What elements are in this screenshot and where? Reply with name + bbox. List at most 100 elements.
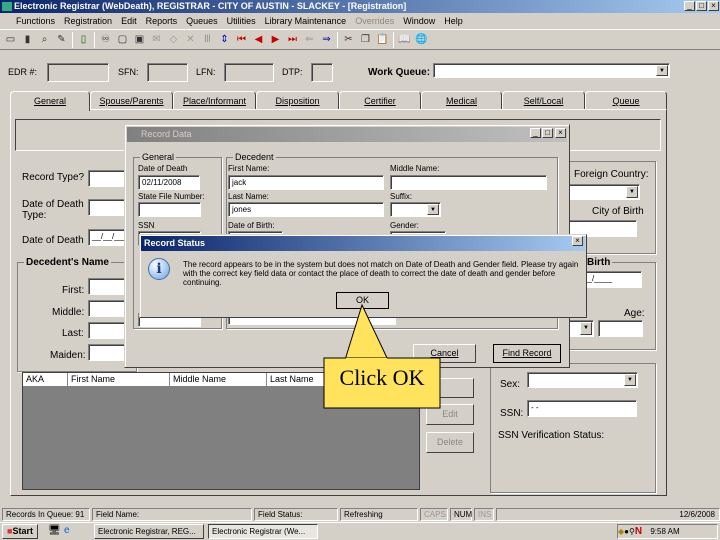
- menu-reports[interactable]: Reports: [146, 13, 178, 29]
- menu-queues[interactable]: Queues: [186, 13, 218, 29]
- desktop-icon[interactable]: 🖥: [48, 525, 61, 536]
- maximize-button[interactable]: □: [696, 1, 707, 11]
- sex-label: Sex:: [500, 379, 521, 390]
- status-refreshing: Refreshing: [340, 508, 418, 521]
- columns-icon[interactable]: Ⅲ: [201, 33, 214, 46]
- internet-explorer-icon[interactable]: e: [64, 525, 70, 536]
- rd-state-file-field[interactable]: [138, 202, 201, 217]
- tab-medical[interactable]: Medical: [421, 91, 502, 110]
- ssn-field[interactable]: - -: [527, 400, 637, 417]
- menu-overrides[interactable]: Overrides: [355, 13, 394, 29]
- dtp-field: [311, 63, 333, 82]
- record-status-close-button[interactable]: ×: [572, 236, 583, 246]
- last-name-field[interactable]: [88, 322, 128, 339]
- menu-help[interactable]: Help: [444, 13, 463, 29]
- taskbar-item-registrar-1[interactable]: Electronic Registrar, REG...: [94, 524, 204, 539]
- work-queue-select[interactable]: ▼: [433, 63, 670, 78]
- record-type-field[interactable]: [88, 170, 128, 187]
- forward-arrow-icon[interactable]: ⇒: [320, 33, 333, 46]
- column-middle-name[interactable]: Middle Name: [170, 373, 267, 386]
- dod-type-field[interactable]: [88, 199, 128, 216]
- rd-find-record-button[interactable]: Find Record: [493, 344, 561, 363]
- next-icon[interactable]: ▶: [269, 33, 282, 46]
- age-label: Age:: [624, 308, 645, 319]
- cut-icon[interactable]: ✂: [342, 33, 355, 46]
- tab-queue[interactable]: Queue: [585, 91, 667, 110]
- column-first-name[interactable]: First Name: [68, 373, 170, 386]
- minimize-button[interactable]: _: [684, 1, 695, 11]
- menu-edit[interactable]: Edit: [121, 13, 137, 29]
- record-data-maximize-button[interactable]: □: [542, 128, 553, 138]
- menu-registration[interactable]: Registration: [64, 13, 112, 29]
- start-button[interactable]: ■Start: [2, 524, 38, 539]
- eraser-icon[interactable]: ◇: [167, 33, 180, 46]
- book-icon[interactable]: ▮: [21, 33, 34, 46]
- toolbar: ▭ ▮ ⌕ ✎ ▯ ♾ ▢ ▣ ✉ ◇ ✕ Ⅲ ⇕ ⏮ ◀ ▶ ⏭ ⇐ ⇒ ✂ …: [0, 29, 720, 50]
- menu-functions[interactable]: Functions: [16, 13, 55, 29]
- new-window-icon[interactable]: ▭: [4, 33, 17, 46]
- close-button[interactable]: ×: [708, 1, 719, 11]
- sex-select[interactable]: ▼: [527, 372, 638, 388]
- help-book-icon[interactable]: 📖: [398, 33, 411, 46]
- chevron-down-icon[interactable]: ▼: [624, 374, 636, 386]
- rd-first-name-field[interactable]: jack: [228, 175, 384, 190]
- rd-last-name-field[interactable]: jones: [228, 202, 384, 217]
- status-field-name: Field Name:: [92, 508, 252, 521]
- tab-general[interactable]: General: [10, 91, 90, 111]
- chevron-down-icon[interactable]: ▼: [656, 65, 668, 76]
- dod-label: Date of Death: [22, 235, 84, 246]
- work-queue-label: Work Queue:: [368, 67, 431, 78]
- rd-middle-name-label: Middle Name:: [390, 164, 440, 173]
- save-icon[interactable]: ▣: [133, 33, 146, 46]
- column-last-name[interactable]: Last Name: [267, 373, 314, 386]
- menu-library-maintenance[interactable]: Library Maintenance: [265, 13, 347, 29]
- edit-icon[interactable]: ✎: [55, 33, 68, 46]
- copy-icon[interactable]: ❐: [359, 33, 372, 46]
- chevron-down-icon[interactable]: ▼: [626, 186, 638, 198]
- delete-button[interactable]: Delete: [426, 432, 474, 453]
- maiden-name-field[interactable]: [88, 344, 128, 361]
- last-icon[interactable]: ⏭: [286, 33, 299, 46]
- globe-icon[interactable]: 🌐: [415, 33, 428, 46]
- dod-field[interactable]: __/__/____: [88, 229, 128, 246]
- record-data-close-button[interactable]: ×: [555, 128, 566, 138]
- dod-type-label: Date of Death Type:: [22, 199, 84, 221]
- tab-place-informant[interactable]: Place/Informant: [173, 91, 256, 110]
- first-icon[interactable]: ⏮: [235, 33, 248, 46]
- dtp-label: DTP:: [282, 67, 303, 77]
- taskbar-item-registrar-2[interactable]: Electronic Registrar (We...: [208, 524, 318, 539]
- first-name-field[interactable]: [88, 278, 128, 295]
- menu-window[interactable]: Window: [403, 13, 435, 29]
- exit-icon[interactable]: ▯: [77, 33, 90, 46]
- foreign-country-select[interactable]: ▼: [568, 184, 640, 200]
- rd-suffix-label: Suffix:: [390, 192, 413, 201]
- delete-icon[interactable]: ✕: [184, 33, 197, 46]
- paste-icon[interactable]: 📋: [376, 33, 389, 46]
- chevron-down-icon[interactable]: ▼: [427, 204, 439, 215]
- tab-spouse-parents[interactable]: Spouse/Parents: [90, 91, 173, 110]
- age-unit-select[interactable]: ▼: [566, 320, 594, 337]
- rd-decedent-label: Decedent: [233, 152, 276, 162]
- search-record-icon[interactable]: ⌕: [38, 33, 51, 46]
- binoculars-icon[interactable]: ♾: [99, 33, 112, 46]
- tab-disposition[interactable]: Disposition: [256, 91, 339, 110]
- sort-icon[interactable]: ⇕: [218, 33, 231, 46]
- stamp-icon[interactable]: ✉: [150, 33, 163, 46]
- age-field[interactable]: [598, 320, 643, 337]
- record-data-minimize-button[interactable]: _: [530, 128, 541, 138]
- rd-suffix-select[interactable]: ▼: [390, 202, 441, 217]
- tray-n-icon[interactable]: N: [635, 526, 642, 537]
- previous-icon[interactable]: ◀: [252, 33, 265, 46]
- column-aka[interactable]: AKA: [23, 373, 68, 386]
- tab-self-local[interactable]: Self/Local: [502, 91, 585, 110]
- rd-first-name-label: First Name:: [228, 164, 270, 173]
- toolbar-separator: [72, 31, 73, 48]
- rd-dod-field[interactable]: 02/11/2008: [138, 175, 200, 190]
- middle-name-field[interactable]: [88, 300, 128, 317]
- chevron-down-icon[interactable]: ▼: [580, 322, 592, 335]
- menu-utilities[interactable]: Utilities: [227, 13, 256, 29]
- new-document-icon[interactable]: ▢: [116, 33, 129, 46]
- tab-certifier[interactable]: Certifier: [339, 91, 421, 110]
- rd-middle-name-field[interactable]: [390, 175, 547, 190]
- back-arrow-icon[interactable]: ⇐: [303, 33, 316, 46]
